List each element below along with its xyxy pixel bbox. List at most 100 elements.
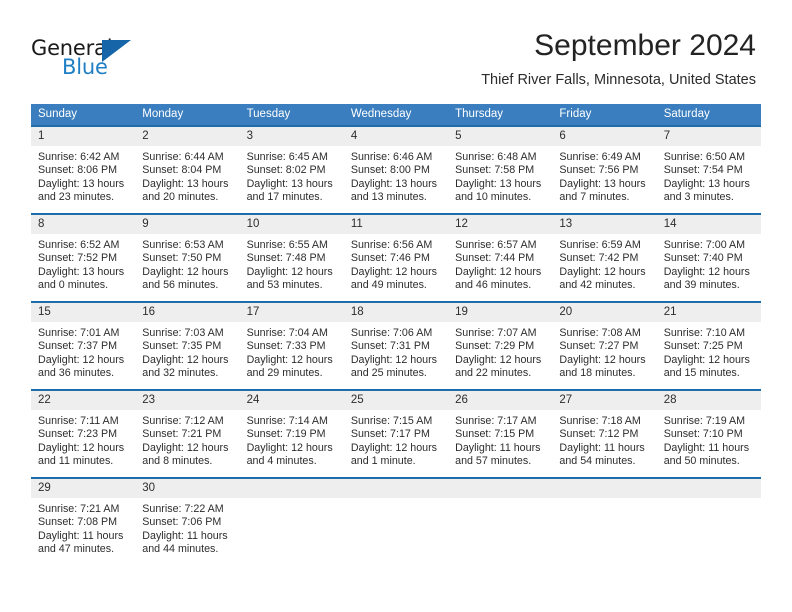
day-cell[interactable]: 11 Sunrise: 6:56 AM Sunset: 7:46 PM Dayligh…	[343, 215, 449, 301]
day-cell[interactable]: 25 Sunrise: 7:15 AM Sunset: 7:17 PM Dayligh…	[343, 391, 449, 477]
day-details: Sunrise: 6:49 AM Sunset: 7:56 PM Daylight:…	[552, 146, 656, 204]
day-number: 28	[656, 391, 761, 410]
day-cell[interactable]: 2 Sunrise: 6:44 AM Sunset: 8:04 PM Daylight…	[135, 127, 240, 213]
sunrise-text: Sunrise: 7:12 AM	[142, 415, 224, 427]
day-number: 26	[448, 391, 553, 410]
day-cell[interactable]: 27 Sunrise: 7:18 AM Sunset: 7:12 PM Dayligh…	[552, 391, 657, 477]
day-cell[interactable]: 13 Sunrise: 6:59 AM Sunset: 7:42 PM Dayligh…	[552, 215, 657, 301]
day-number: 7	[656, 127, 761, 146]
day-details	[344, 498, 448, 503]
day-number	[552, 479, 657, 498]
daylight-text-line1: Daylight: 12 hours	[455, 353, 542, 366]
day-details: Sunrise: 6:46 AM Sunset: 8:00 PM Daylight:…	[344, 146, 448, 204]
daylight-text-line1: Daylight: 11 hours	[142, 529, 228, 542]
daylight-text-line1: Daylight: 12 hours	[246, 441, 333, 454]
day-details: Sunrise: 7:19 AM Sunset: 7:10 PM Daylight:…	[657, 410, 761, 468]
day-details: Sunrise: 7:03 AM Sunset: 7:35 PM Daylight:…	[135, 322, 239, 380]
day-cell[interactable]: 19 Sunrise: 7:07 AM Sunset: 7:29 PM Dayligh…	[448, 303, 553, 389]
day-details	[240, 498, 344, 503]
sunrise-text: Sunrise: 6:49 AM	[559, 151, 641, 163]
week-row: 8 Sunrise: 6:52 AM Sunset: 7:52 PM Daylight…	[31, 213, 761, 301]
week-row: 1 Sunrise: 6:42 AM Sunset: 8:06 PM Daylight…	[31, 125, 761, 213]
day-cell[interactable]: 16 Sunrise: 7:03 AM Sunset: 7:35 PM Dayligh…	[135, 303, 240, 389]
day-number	[656, 479, 761, 498]
day-cell[interactable]: 28 Sunrise: 7:19 AM Sunset: 7:10 PM Dayligh…	[656, 391, 761, 477]
sunset-text: Sunset: 7:19 PM	[246, 428, 326, 441]
sunrise-text: Sunrise: 7:06 AM	[350, 327, 433, 339]
daylight-text-line1: Daylight: 12 hours	[142, 441, 229, 454]
daylight-text-line1: Daylight: 12 hours	[38, 353, 125, 366]
sunrise-text: Sunrise: 7:03 AM	[142, 327, 224, 339]
sunrise-text: Sunrise: 7:07 AM	[455, 327, 537, 339]
sunset-text: Sunset: 7:46 PM	[350, 252, 430, 265]
day-details: Sunrise: 6:44 AM Sunset: 8:04 PM Daylight:…	[135, 146, 239, 204]
day-cell[interactable]: 26 Sunrise: 7:17 AM Sunset: 7:15 PM Dayligh…	[448, 391, 553, 477]
day-cell[interactable]: 5 Sunrise: 6:48 AM Sunset: 7:58 PM Daylight…	[448, 127, 553, 213]
day-cell[interactable]: 18 Sunrise: 7:06 AM Sunset: 7:31 PM Dayligh…	[343, 303, 449, 389]
day-number: 25	[343, 391, 449, 410]
day-cell[interactable]: 29 Sunrise: 7:21 AM Sunset: 7:08 PM Dayligh…	[31, 479, 136, 565]
day-number: 21	[656, 303, 761, 322]
sunrise-text: Sunrise: 7:18 AM	[559, 415, 641, 427]
day-cell[interactable]: 8 Sunrise: 6:52 AM Sunset: 7:52 PM Daylight…	[31, 215, 136, 301]
day-cell[interactable]: 10 Sunrise: 6:55 AM Sunset: 7:48 PM Dayligh…	[239, 215, 344, 301]
day-cell[interactable]: 24 Sunrise: 7:14 AM Sunset: 7:19 PM Dayligh…	[239, 391, 344, 477]
day-number: 13	[552, 215, 657, 234]
sunrise-text: Sunrise: 7:08 AM	[559, 327, 641, 339]
day-number: 27	[552, 391, 657, 410]
day-cell-empty	[552, 479, 657, 565]
day-number: 24	[239, 391, 344, 410]
sunrise-text: Sunrise: 7:22 AM	[142, 503, 224, 515]
weekday-header-thursday: Thursday	[455, 108, 504, 120]
daylight-text-line2: and 7 minutes.	[559, 190, 630, 203]
sunset-text: Sunset: 7:10 PM	[663, 428, 743, 441]
day-number: 17	[239, 303, 344, 322]
daylight-text-line2: and 22 minutes.	[455, 366, 532, 379]
day-number: 1	[31, 127, 136, 146]
sunrise-text: Sunrise: 7:10 AM	[663, 327, 746, 339]
day-cell[interactable]: 6 Sunrise: 6:49 AM Sunset: 7:56 PM Daylight…	[552, 127, 657, 213]
day-details: Sunrise: 7:11 AM Sunset: 7:23 PM Daylight:…	[31, 410, 135, 468]
day-cell[interactable]: 9 Sunrise: 6:53 AM Sunset: 7:50 PM Daylight…	[135, 215, 240, 301]
weekday-header-wednesday: Wednesday	[350, 108, 412, 120]
week-row: 22 Sunrise: 7:11 AM Sunset: 7:23 PM Dayligh…	[31, 389, 761, 477]
day-cell[interactable]: 4 Sunrise: 6:46 AM Sunset: 8:00 PM Daylight…	[343, 127, 449, 213]
day-cell[interactable]: 1 Sunrise: 6:42 AM Sunset: 8:06 PM Daylight…	[31, 127, 136, 213]
daylight-text-line2: and 49 minutes.	[350, 278, 427, 291]
day-cell[interactable]: 3 Sunrise: 6:45 AM Sunset: 8:02 PM Daylight…	[239, 127, 344, 213]
general-blue-logo[interactable]: General Blue	[31, 36, 171, 82]
day-cell[interactable]: 15 Sunrise: 7:01 AM Sunset: 7:37 PM Dayligh…	[31, 303, 136, 389]
day-details: Sunrise: 6:57 AM Sunset: 7:44 PM Daylight:…	[448, 234, 552, 292]
sunset-text: Sunset: 7:21 PM	[142, 428, 222, 441]
calendar-page: General Blue September 2024 Thief River …	[0, 0, 792, 612]
day-cell[interactable]: 17 Sunrise: 7:04 AM Sunset: 7:33 PM Dayligh…	[239, 303, 344, 389]
sunrise-text: Sunrise: 6:53 AM	[142, 239, 224, 251]
day-cell[interactable]: 22 Sunrise: 7:11 AM Sunset: 7:23 PM Dayligh…	[31, 391, 136, 477]
day-cell[interactable]: 7 Sunrise: 6:50 AM Sunset: 7:54 PM Daylight…	[656, 127, 761, 213]
daylight-text-line1: Daylight: 12 hours	[663, 353, 750, 366]
daylight-text-line1: Daylight: 11 hours	[38, 529, 124, 542]
day-number: 8	[31, 215, 136, 234]
daylight-text-line1: Daylight: 13 hours	[142, 177, 229, 190]
sunrise-text: Sunrise: 6:44 AM	[142, 151, 224, 163]
daylight-text-line1: Daylight: 13 hours	[38, 265, 125, 278]
sunrise-text: Sunrise: 7:00 AM	[663, 239, 746, 251]
sunset-text: Sunset: 7:06 PM	[142, 516, 222, 529]
day-details: Sunrise: 6:59 AM Sunset: 7:42 PM Daylight:…	[552, 234, 656, 292]
title-block: September 2024 Thief River Falls, Minnes…	[481, 28, 756, 89]
day-cell[interactable]: 14 Sunrise: 7:00 AM Sunset: 7:40 PM Dayligh…	[656, 215, 761, 301]
day-number: 15	[31, 303, 136, 322]
day-details: Sunrise: 6:42 AM Sunset: 8:06 PM Daylight:…	[31, 146, 135, 204]
day-cell[interactable]: 20 Sunrise: 7:08 AM Sunset: 7:27 PM Dayligh…	[552, 303, 657, 389]
day-cell[interactable]: 12 Sunrise: 6:57 AM Sunset: 7:44 PM Dayligh…	[448, 215, 553, 301]
day-cell[interactable]: 30 Sunrise: 7:22 AM Sunset: 7:06 PM Dayligh…	[135, 479, 240, 565]
daylight-text-line1: Daylight: 13 hours	[663, 177, 750, 190]
day-cell[interactable]: 23 Sunrise: 7:12 AM Sunset: 7:21 PM Dayligh…	[135, 391, 240, 477]
sunrise-text: Sunrise: 7:19 AM	[663, 415, 746, 427]
daylight-text-line2: and 36 minutes.	[38, 366, 115, 379]
day-details: Sunrise: 7:00 AM Sunset: 7:40 PM Daylight:…	[657, 234, 761, 292]
sunrise-text: Sunrise: 7:01 AM	[38, 327, 120, 339]
day-cell[interactable]: 21 Sunrise: 7:10 AM Sunset: 7:25 PM Dayligh…	[656, 303, 761, 389]
daylight-text-line2: and 17 minutes.	[246, 190, 323, 203]
sunrise-text: Sunrise: 7:21 AM	[38, 503, 120, 515]
